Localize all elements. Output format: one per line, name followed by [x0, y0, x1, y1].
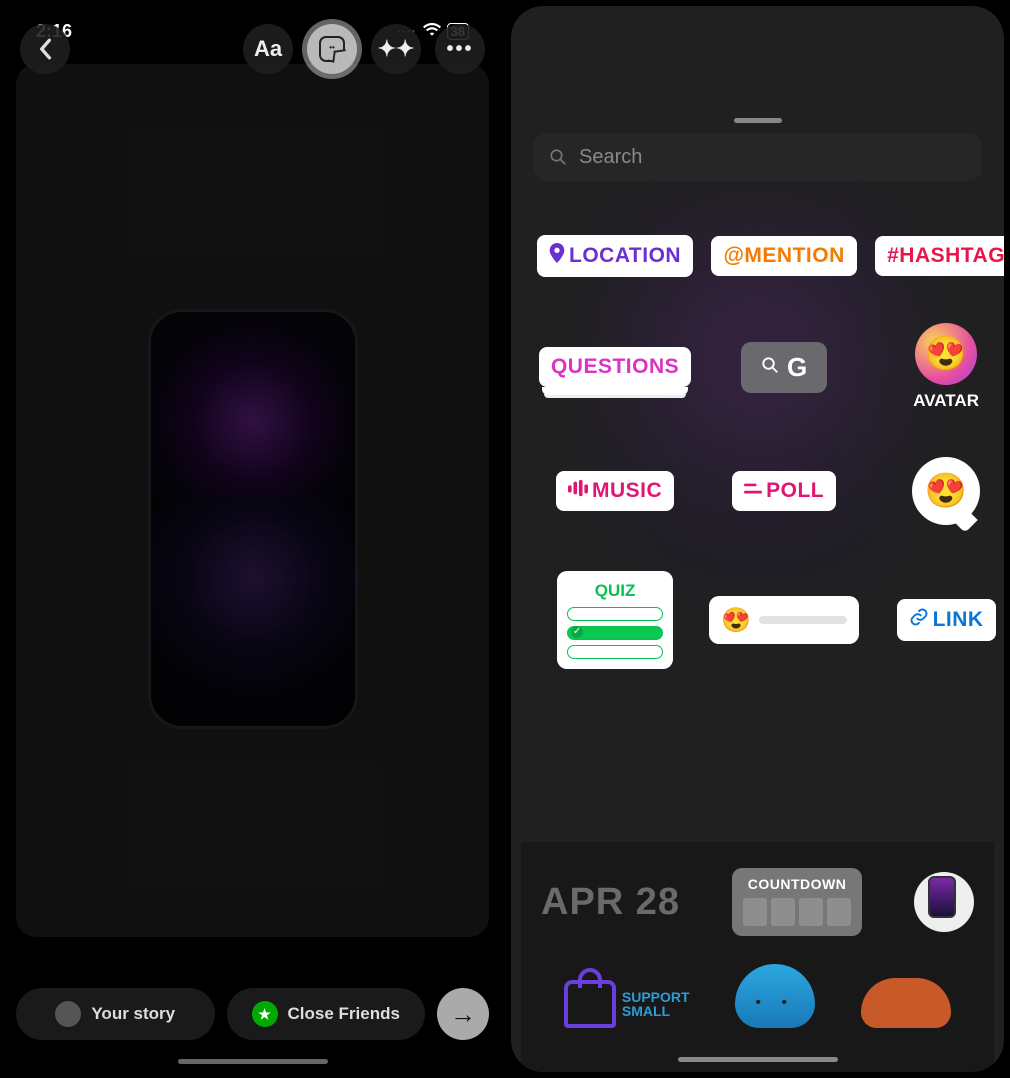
arrow-right-icon: → — [450, 999, 476, 1030]
poll-icon — [744, 479, 762, 503]
avatar-icon — [55, 1001, 81, 1027]
shopping-bag-icon — [564, 980, 616, 1028]
poll-sticker[interactable]: POLL — [732, 471, 836, 511]
mention-sticker[interactable]: @MENTION — [711, 236, 856, 276]
quiz-option — [567, 645, 663, 659]
more-tool-button[interactable]: ••• — [435, 24, 485, 74]
home-indicator — [178, 1059, 328, 1064]
location-sticker[interactable]: LOCATION — [537, 235, 693, 277]
back-button[interactable] — [20, 24, 70, 74]
close-friends-label: Close Friends — [288, 1004, 400, 1024]
pin-icon — [549, 243, 565, 269]
sticker-grid-lower: APR 28 COUNTDOWN SUPPORT SMALL — [521, 842, 994, 1072]
emoji-reaction-sticker[interactable]: 😍 — [912, 457, 980, 525]
gallery-icon — [928, 876, 956, 918]
star-icon: ★ — [252, 1001, 278, 1027]
music-sticker[interactable]: MUSIC — [556, 471, 674, 511]
effects-tool-button[interactable]: ✦✦ — [371, 24, 421, 74]
avatar-face-icon: 😍 — [915, 323, 977, 385]
text-tool-button[interactable]: Aa — [243, 24, 293, 74]
countdown-sticker[interactable]: COUNTDOWN — [732, 868, 862, 936]
earth-heart-sticker[interactable] — [735, 964, 815, 1028]
emoji-slider-sticker[interactable]: 😍 — [709, 596, 859, 644]
send-button[interactable]: → — [437, 988, 489, 1040]
search-icon — [761, 356, 779, 379]
support-small-sticker[interactable]: SUPPORT SMALL — [564, 980, 690, 1028]
your-story-button[interactable]: Your story — [16, 988, 215, 1040]
right-screen: Search LOCATION @MENTION #HASHTAG QUESTI… — [511, 6, 1004, 1072]
story-image-content — [148, 309, 358, 729]
close-friends-button[interactable]: ★ Close Friends — [227, 988, 426, 1040]
heart-eyes-icon: 😍 — [925, 471, 967, 511]
quiz-option-selected — [567, 626, 663, 640]
quiz-sticker[interactable]: QUIZ — [557, 571, 673, 669]
more-icon: ••• — [446, 44, 473, 54]
questions-sticker[interactable]: QUESTIONS — [539, 347, 691, 387]
countdown-slots-icon — [740, 898, 854, 926]
avatar-sticker[interactable]: 😍 AVATAR — [913, 323, 979, 411]
gif-sticker[interactable]: G — [741, 342, 827, 393]
sticker-picker-sheet: Search LOCATION @MENTION #HASHTAG QUESTI… — [521, 106, 994, 1072]
home-indicator — [678, 1057, 838, 1062]
hashtag-sticker[interactable]: #HASHTAG — [875, 236, 1004, 276]
share-bar: Your story ★ Close Friends → — [16, 988, 489, 1040]
quiz-option — [567, 607, 663, 621]
sheet-grabber[interactable] — [734, 118, 782, 123]
date-sticker[interactable]: APR 28 — [541, 881, 680, 924]
link-sticker[interactable]: LINK — [897, 599, 996, 641]
your-story-label: Your story — [91, 1004, 175, 1024]
heart-eyes-icon: 😍 — [721, 606, 751, 635]
search-placeholder: Search — [579, 146, 642, 169]
link-icon — [909, 607, 929, 633]
sticker-icon: ••‿ — [319, 36, 345, 62]
search-icon — [549, 148, 567, 166]
music-bars-icon — [568, 479, 588, 503]
slider-track — [759, 616, 847, 624]
left-screen: 2:16 •••• 38 Aa ••‿ ✦✦ ••• Your story — [6, 6, 499, 1072]
sticker-grid: LOCATION @MENTION #HASHTAG QUESTIONS G 😍… — [521, 195, 994, 679]
blob-sticker[interactable] — [861, 978, 951, 1028]
sticker-search-input[interactable]: Search — [533, 133, 982, 181]
sparkle-icon: ✦✦ — [378, 36, 415, 62]
gallery-sticker[interactable] — [914, 872, 974, 932]
story-canvas — [16, 64, 489, 937]
sticker-tool-button[interactable]: ••‿ — [307, 24, 357, 74]
story-toolbar: Aa ••‿ ✦✦ ••• — [6, 24, 499, 74]
